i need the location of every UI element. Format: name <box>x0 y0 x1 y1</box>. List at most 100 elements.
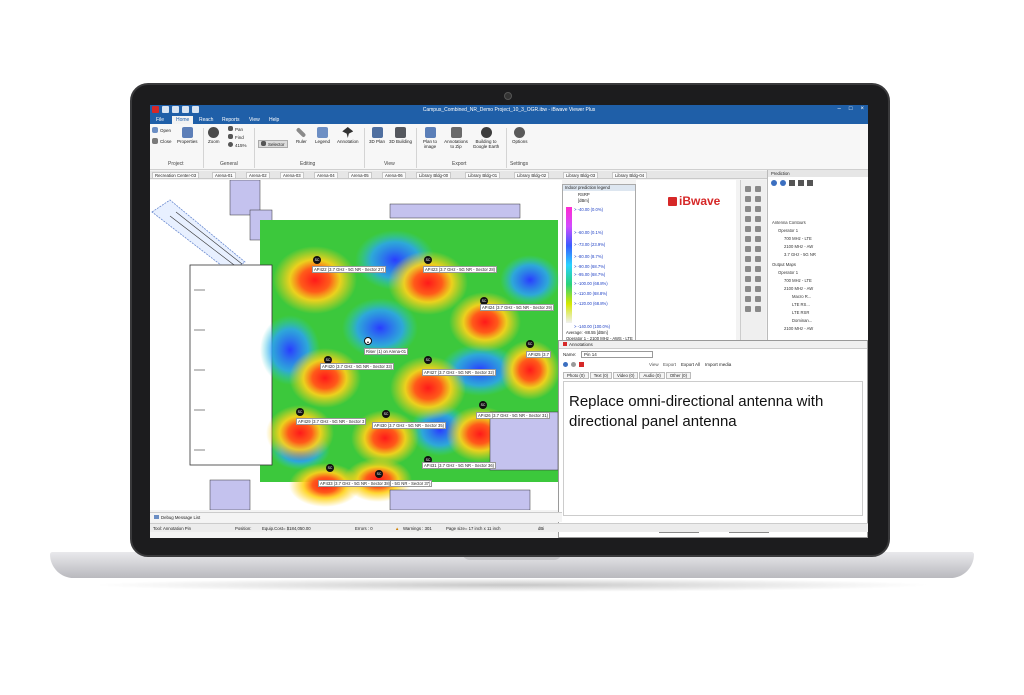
ap-marker[interactable]: SC <box>424 256 432 264</box>
ap-marker[interactable]: SC <box>526 340 534 348</box>
tool-icon[interactable] <box>745 206 751 212</box>
tab-other[interactable]: Other (0) <box>665 372 692 379</box>
name-input[interactable]: Pin 14 <box>581 351 653 358</box>
pan-button[interactable]: Pan <box>228 126 243 132</box>
menu-home[interactable]: Home <box>172 116 194 124</box>
tool-icon[interactable] <box>745 186 751 192</box>
annotation-note[interactable]: Replace omni-directional antenna with di… <box>569 392 859 432</box>
options-button[interactable]: Options <box>512 127 528 144</box>
tab-arena-01[interactable]: Arena-01 <box>212 172 236 179</box>
export-button[interactable]: Export <box>663 362 676 367</box>
tab-arena-03[interactable]: Arena-03 <box>280 172 304 179</box>
minimize-icon[interactable]: – <box>838 106 841 112</box>
ap-marker[interactable]: SC <box>326 464 334 472</box>
tool-icon[interactable] <box>745 216 751 222</box>
tool-icon[interactable] <box>755 256 761 262</box>
tree-item[interactable]: Operator 1 <box>778 270 798 275</box>
ap-marker[interactable]: SC <box>479 401 487 409</box>
tab-audio[interactable]: Audio (0) <box>639 372 665 379</box>
tab-arena-02[interactable]: Arena-02 <box>246 172 270 179</box>
menu-view[interactable]: View <box>249 117 260 123</box>
menu-help[interactable]: Help <box>269 117 279 123</box>
pin-color-icon[interactable] <box>579 362 584 367</box>
refresh-icon[interactable] <box>771 180 777 186</box>
close-icon[interactable]: × <box>860 106 864 112</box>
tree-item[interactable]: Operator 1 <box>778 228 798 233</box>
tab-arena-05[interactable]: Arena-05 <box>348 172 372 179</box>
export-all-button[interactable]: Export All <box>681 362 700 367</box>
legend-button[interactable]: Legend <box>315 127 330 144</box>
tab-library-bldg-00[interactable]: Library Bldg-00 <box>416 172 452 179</box>
maximize-icon[interactable]: □ <box>849 106 853 112</box>
tool-icon[interactable] <box>745 266 751 272</box>
tab-library-bldg-03[interactable]: Library Bldg-03 <box>563 172 599 179</box>
riser-icon[interactable]: ▲ <box>364 337 372 345</box>
ap-marker[interactable]: SC <box>424 356 432 364</box>
tool-icon[interactable] <box>755 196 761 202</box>
tab-library-bldg-02[interactable]: Library Bldg-02 <box>514 172 550 179</box>
filter-icon[interactable] <box>807 180 813 186</box>
floor-plan-canvas[interactable]: SC SC SC SC SC SC SC SC SC SC SC SC AP42… <box>150 180 562 510</box>
properties-button[interactable]: Properties <box>177 127 198 144</box>
tab-library-bldg-01[interactable]: Library Bldg-01 <box>465 172 501 179</box>
tab-photo[interactable]: Photo (0) <box>563 372 589 379</box>
tool-icon[interactable] <box>755 236 761 242</box>
tree-item[interactable]: Dominan... <box>792 318 812 323</box>
tool-icon[interactable] <box>745 226 751 232</box>
tool-icon[interactable] <box>755 226 761 232</box>
tool-icon[interactable] <box>755 186 761 192</box>
tree-item[interactable]: 700 MHz - LTE <box>784 278 812 283</box>
find-button[interactable]: Find <box>228 134 244 140</box>
tree-item[interactable]: 3.7 GHz - 5G NR <box>784 252 816 257</box>
tool-icon[interactable] <box>755 306 761 312</box>
tab-text[interactable]: Text (0) <box>589 372 613 379</box>
tree-item[interactable]: Macro R... <box>792 294 811 299</box>
tab-library-bldg-04[interactable]: Library Bldg-04 <box>612 172 648 179</box>
annotations-to-zip-button[interactable]: Annotations to Zip <box>444 127 468 149</box>
play-icon[interactable] <box>780 180 786 186</box>
tab-arena-04[interactable]: Arena-04 <box>314 172 338 179</box>
tab-arena-06[interactable]: Arena-06 <box>382 172 406 179</box>
tool-icon[interactable] <box>755 296 761 302</box>
zoom-button[interactable]: Zoom <box>208 127 220 144</box>
ruler-button[interactable]: Ruler <box>296 127 307 144</box>
tool-icon[interactable] <box>755 246 761 252</box>
export-icon[interactable] <box>798 180 804 186</box>
add-icon[interactable] <box>563 362 568 367</box>
zoom-level-select[interactable]: 415% <box>228 142 247 148</box>
annotation-button[interactable]: Annotation <box>337 127 359 144</box>
tool-icon[interactable] <box>745 296 751 302</box>
open-button[interactable]: Open <box>152 127 171 134</box>
import-media-button[interactable]: Import media <box>705 362 731 367</box>
tree-item[interactable]: 2100 MHz - AW <box>784 326 813 331</box>
tool-icon[interactable] <box>745 306 751 312</box>
ap-marker[interactable]: SC <box>375 470 383 478</box>
ap-marker[interactable]: SC <box>296 408 304 416</box>
tool-icon[interactable] <box>745 196 751 202</box>
tab-recreation-center-03[interactable]: Recreation Center-03 <box>152 172 200 179</box>
3d-plan-button[interactable]: 3D Plan <box>369 127 385 144</box>
tool-icon[interactable] <box>755 286 761 292</box>
remove-icon[interactable] <box>571 362 576 367</box>
tool-icon[interactable] <box>755 216 761 222</box>
settings-icon[interactable] <box>789 180 795 186</box>
debug-message-list[interactable]: Debug Message List <box>150 512 562 522</box>
tool-icon[interactable] <box>755 266 761 272</box>
tree-item[interactable]: 2100 MHz - AW <box>784 286 813 291</box>
annotation-content[interactable]: Replace omni-directional antenna with di… <box>563 381 863 516</box>
3d-building-button[interactable]: 3D Building <box>389 127 412 144</box>
tree-item[interactable]: LTE RSR <box>792 310 809 315</box>
tool-icon[interactable] <box>755 276 761 282</box>
tool-icon[interactable] <box>745 276 751 282</box>
tool-icon[interactable] <box>745 286 751 292</box>
close-button[interactable]: Close <box>152 138 172 145</box>
tree-item[interactable]: LTE RS... <box>792 302 810 307</box>
plan-to-image-button[interactable]: Plan to image <box>420 127 440 149</box>
tree-item[interactable]: Output Maps <box>772 262 796 267</box>
tree-item[interactable]: 700 MHz - LTE <box>784 236 812 241</box>
menu-file[interactable]: File <box>156 117 164 123</box>
ap-marker[interactable]: SC <box>382 410 390 418</box>
tool-icon[interactable] <box>745 236 751 242</box>
tool-icon[interactable] <box>745 256 751 262</box>
tool-icon[interactable] <box>755 206 761 212</box>
